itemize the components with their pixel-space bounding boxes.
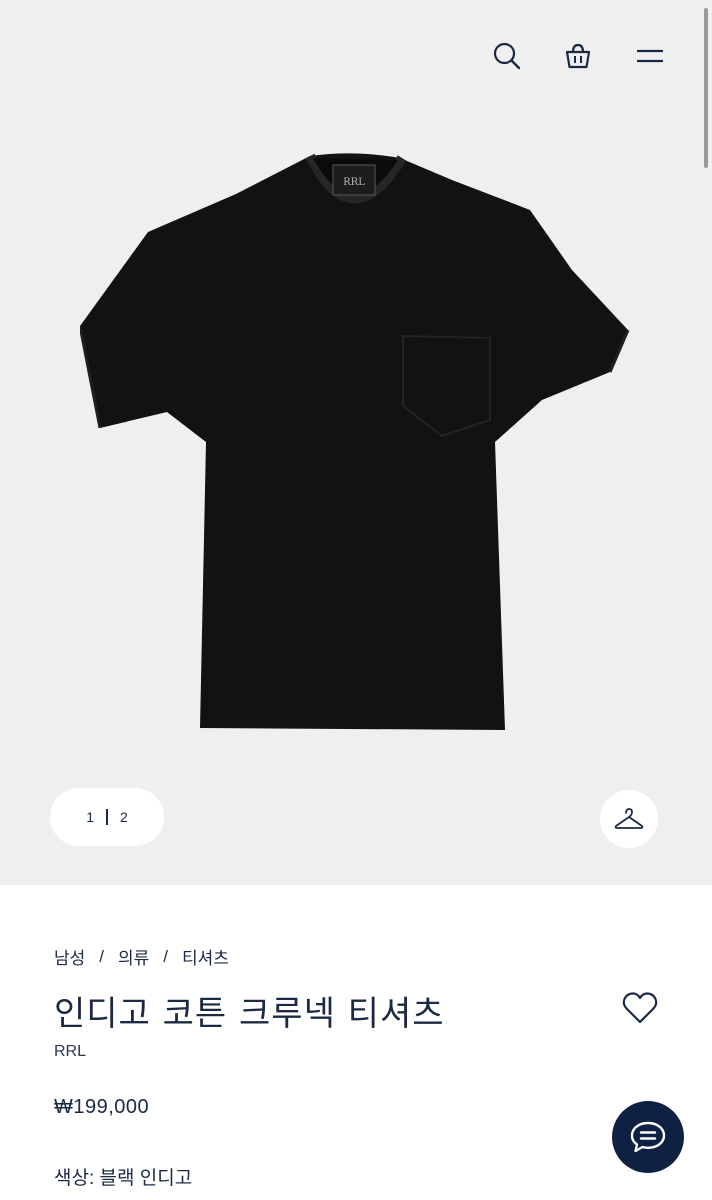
product-title: 인디고 코튼 크루넥 티셔츠 xyxy=(54,994,445,1034)
product-price: ₩199,000 xyxy=(54,1096,150,1118)
pager-divider xyxy=(106,809,108,825)
search-icon[interactable] xyxy=(487,36,527,76)
breadcrumb-separator: / xyxy=(99,946,105,966)
hanger-icon xyxy=(614,808,644,829)
product-brand: RRL xyxy=(54,1043,87,1060)
color-value: 블랙 인디고 xyxy=(99,1168,193,1189)
chat-icon xyxy=(630,1121,666,1153)
breadcrumb-item-clothing[interactable]: 의류 xyxy=(118,944,149,969)
hanger-button[interactable] xyxy=(600,790,658,848)
chat-button[interactable] xyxy=(612,1101,684,1173)
image-pager[interactable]: 1 2 xyxy=(50,788,164,846)
pager-total: 2 xyxy=(120,809,128,825)
breadcrumb-separator: / xyxy=(163,946,169,966)
heart-icon xyxy=(622,992,658,1024)
color-label: 색상: xyxy=(54,1168,95,1189)
shopping-bag-icon[interactable] xyxy=(558,36,598,76)
menu-icon[interactable] xyxy=(630,36,670,76)
pager-current: 1 xyxy=(86,809,94,825)
product-image: RRL xyxy=(78,150,630,730)
product-image-gallery[interactable]: RRL 1 2 xyxy=(0,0,712,885)
svg-text:RRL: RRL xyxy=(343,177,365,188)
breadcrumb: 남성 / 의류 / 티셔츠 xyxy=(54,944,229,969)
breadcrumb-item-tshirts[interactable]: 티셔츠 xyxy=(182,944,229,969)
scrollbar[interactable] xyxy=(704,8,708,168)
wishlist-button[interactable] xyxy=(620,988,660,1028)
product-color: 색상: 블랙 인디고 xyxy=(54,1163,192,1190)
breadcrumb-item-men[interactable]: 남성 xyxy=(54,944,85,969)
